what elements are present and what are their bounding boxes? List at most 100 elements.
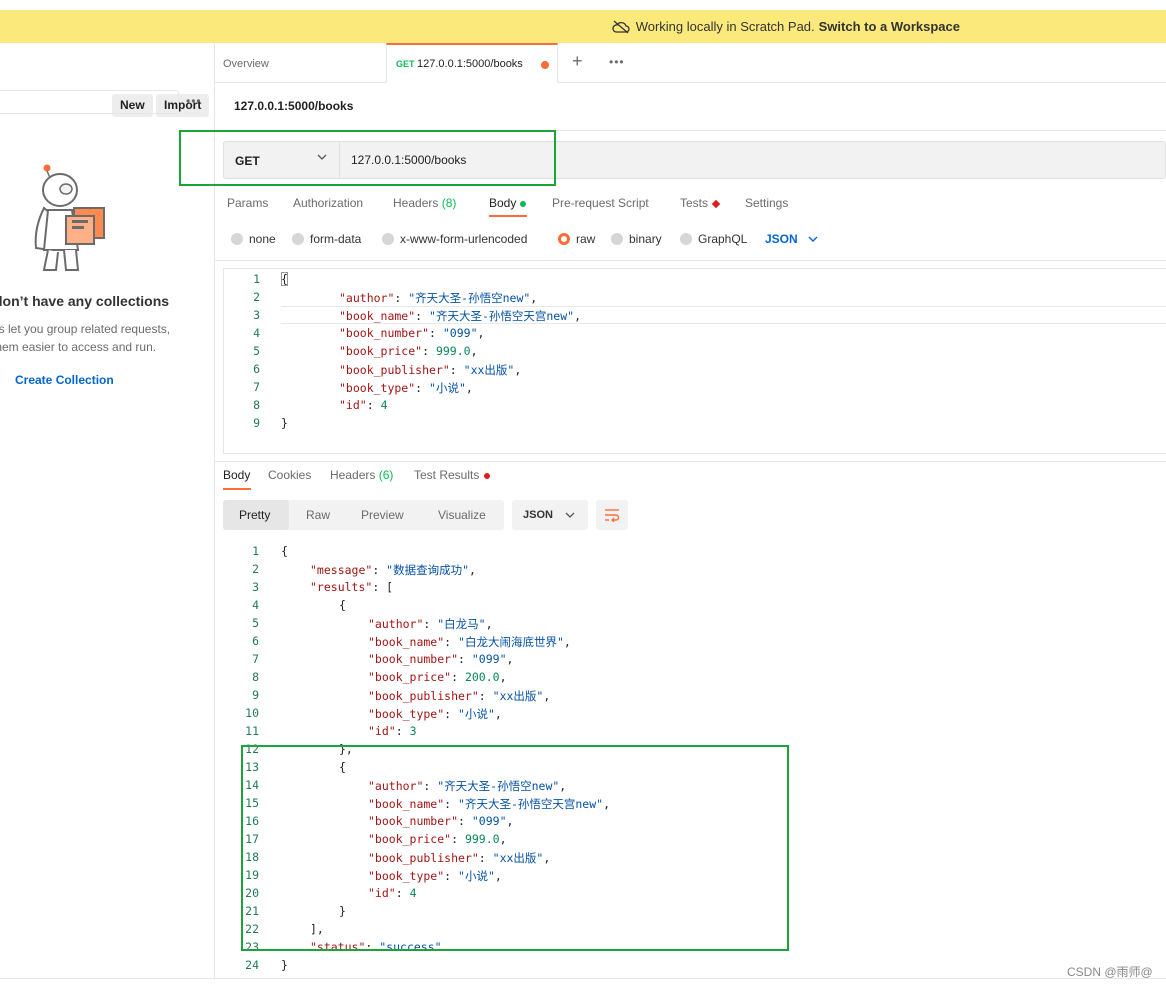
json-key: "book_price" (368, 832, 452, 846)
code-line: }, (339, 742, 353, 756)
tab-body[interactable]: Body (489, 196, 527, 210)
json-key: "book_publisher" (368, 689, 479, 703)
radio-none[interactable]: none (231, 232, 276, 246)
line-number: 14 (245, 778, 259, 792)
tab-more-icon[interactable]: ••• (609, 55, 625, 69)
code-line: "book_name": "齐天大圣-孙悟空天宫new", (368, 796, 610, 812)
json-key: "id" (339, 398, 367, 412)
line-number: 3 (252, 580, 259, 594)
json-colon: : (395, 724, 410, 738)
json-colon: : (423, 617, 438, 631)
json-comma: , (494, 869, 502, 883)
view-raw[interactable]: Raw (306, 508, 330, 522)
json-value: "小说" (458, 869, 495, 883)
json-colon: : (451, 670, 465, 684)
json-value: "success" (379, 940, 442, 954)
resp-headers-count: (6) (378, 468, 394, 482)
code-line: } (281, 416, 288, 430)
scratchpad-banner: Working locally in Scratch Pad. Switch t… (0, 10, 1166, 43)
json-value: "数据查询成功" (386, 563, 470, 577)
line-number: 23 (245, 940, 259, 954)
url-input[interactable]: 127.0.0.1:5000/books (351, 153, 466, 167)
code-line: "id": 4 (339, 398, 388, 412)
json-value: 4 (409, 886, 417, 900)
code-line: "book_type": "小说", (368, 706, 502, 722)
json-colon: : (444, 635, 459, 649)
radio-binary[interactable]: binary (611, 232, 662, 246)
json-key: "results" (310, 580, 373, 594)
tab-authorization[interactable]: Authorization (293, 196, 363, 210)
json-key: "id" (368, 886, 396, 900)
request-title[interactable]: 127.0.0.1:5000/books (234, 99, 353, 113)
new-tab-icon[interactable]: + (572, 51, 583, 72)
resp-tab-cookies[interactable]: Cookies (268, 468, 311, 482)
tab-headers[interactable]: Headers (8) (393, 196, 456, 210)
body-format-select[interactable]: JSON (765, 232, 818, 246)
resp-tab-headers[interactable]: Headers (6) (330, 468, 393, 482)
tab-params[interactable]: Params (227, 196, 268, 210)
empty-desc-line-2: them easier to access and run. (0, 340, 157, 354)
json-bracket: } (281, 416, 288, 430)
radio-none-label: none (249, 232, 276, 246)
radio-graphql[interactable]: GraphQL (680, 232, 747, 246)
method-select[interactable]: GET (224, 142, 340, 178)
empty-collections-title: don’t have any collections (0, 293, 170, 309)
tab-pre-request-script[interactable]: Pre-request Script (552, 196, 649, 210)
json-value: "xx出版" (463, 363, 515, 377)
json-comma: , (603, 797, 611, 811)
resp-tab-body[interactable]: Body (223, 468, 250, 482)
code-line: "book_price": 999.0, (339, 344, 478, 358)
json-key: "author" (368, 617, 424, 631)
switch-workspace-link[interactable]: Switch to a Workspace (819, 19, 960, 34)
sidebar-more-icon[interactable]: ••• (186, 94, 202, 108)
tab-tests[interactable]: Tests (680, 196, 721, 210)
body-dot-icon (520, 200, 527, 207)
line-number: 9 (252, 688, 259, 702)
json-bracket: { (339, 760, 346, 774)
tab-overview[interactable]: Overview (223, 58, 269, 70)
line-number: 24 (245, 958, 259, 972)
json-colon: : (478, 851, 493, 865)
response-format-value: JSON (523, 509, 553, 521)
line-number: 6 (252, 634, 259, 648)
radio-raw[interactable]: raw (558, 232, 595, 246)
code-line: { (281, 544, 288, 558)
tab-request-books[interactable]: GET 127.0.0.1:5000/books (386, 43, 558, 83)
resp-tab-test-results[interactable]: Test Results (414, 468, 491, 482)
view-visualize[interactable]: Visualize (438, 508, 486, 522)
banner-text: Working locally in Scratch Pad. (635, 19, 815, 34)
json-key: "book_publisher" (368, 851, 479, 865)
url-bar: GET 127.0.0.1:5000/books (223, 141, 1166, 179)
radio-urlencoded[interactable]: x-www-form-urlencoded (382, 232, 527, 246)
code-line: { (339, 598, 346, 612)
code-line: "book_number": "099", (368, 814, 513, 828)
tab-settings[interactable]: Settings (745, 196, 788, 210)
wrap-lines-button[interactable] (596, 500, 628, 530)
tab-headers-label: Headers (393, 196, 439, 210)
json-key: "message" (310, 563, 373, 577)
response-format-select[interactable]: JSON (512, 500, 588, 530)
json-comma: , (494, 707, 502, 721)
sidebar-search-input[interactable] (0, 90, 179, 114)
line-number: 21 (245, 904, 259, 918)
json-value: "白龙大闹海底世界" (458, 635, 564, 649)
line-number: 7 (253, 380, 260, 394)
code-line: "book_publisher": "xx出版", (368, 850, 550, 866)
json-comma: , (469, 563, 476, 577)
json-colon: : (444, 869, 459, 883)
json-colon: : (415, 381, 430, 395)
json-value: 3 (409, 724, 417, 738)
radio-form-data-label: form-data (310, 232, 362, 246)
json-bracket: { (281, 544, 288, 558)
json-value: 999.0 (464, 832, 500, 846)
view-preview[interactable]: Preview (361, 508, 404, 522)
view-pretty[interactable]: Pretty (239, 508, 270, 522)
code-line: "book_type": "小说", (339, 380, 473, 396)
radio-binary-label: binary (629, 232, 662, 246)
line-number: 2 (252, 562, 259, 576)
code-line: "results": [ (310, 580, 393, 594)
radio-selected-icon (558, 233, 570, 245)
create-collection-link[interactable]: Create Collection (15, 373, 114, 387)
code-line: "book_price": 200.0, (368, 670, 507, 684)
radio-form-data[interactable]: form-data (292, 232, 361, 246)
